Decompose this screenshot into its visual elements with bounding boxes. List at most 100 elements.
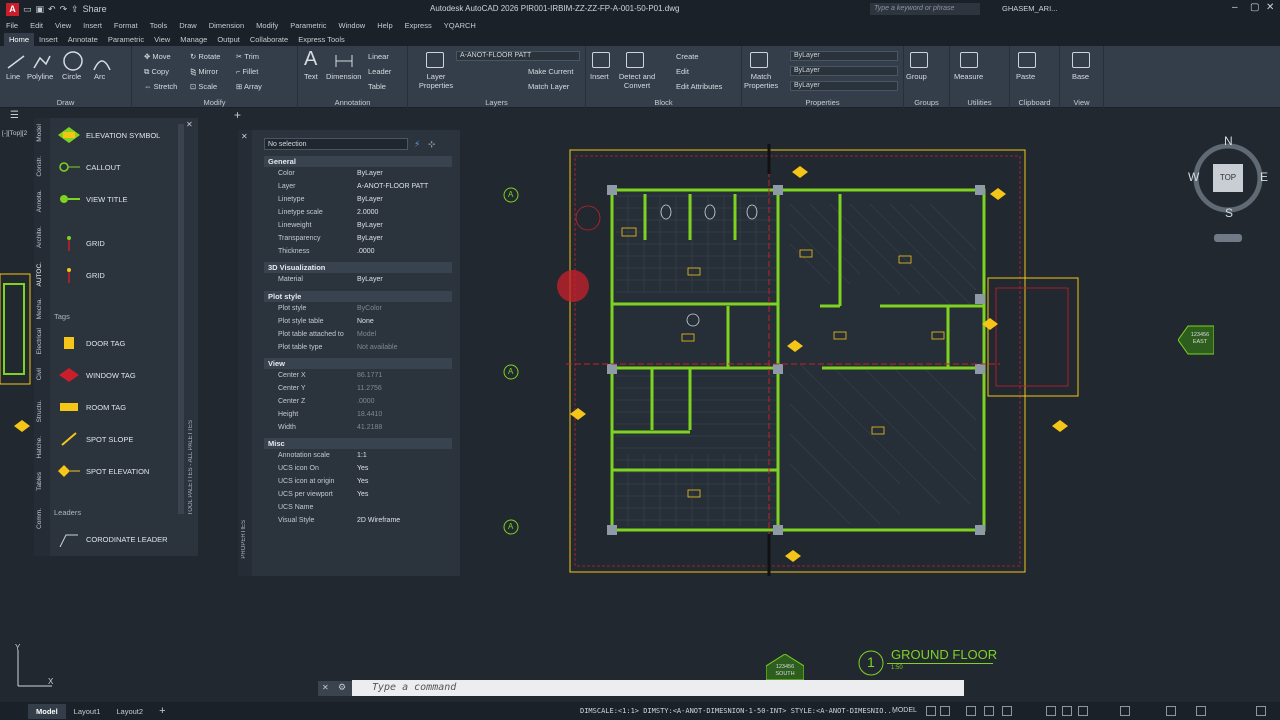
palette-item-callout[interactable]: CALLOUT	[58, 156, 121, 178]
prop-row-material[interactable]: Material ByLayer	[264, 274, 452, 287]
text-icon[interactable]: A	[304, 48, 317, 71]
palette-item-spot-elevation[interactable]: SPOT ELEVATION	[58, 460, 149, 482]
menu-dimension[interactable]: Dimension	[209, 21, 244, 30]
view-panel-label[interactable]: View	[1060, 98, 1103, 107]
make-current-button[interactable]: Make Current	[528, 67, 573, 76]
trim-button[interactable]: ✂ Trim	[236, 52, 259, 61]
wcs-menu[interactable]	[1214, 234, 1242, 242]
prop-row-linetype[interactable]: Linetype ByLayer	[264, 194, 452, 207]
polyline-button[interactable]: Polyline	[27, 72, 53, 81]
share-icon[interactable]: ⇪	[71, 4, 79, 15]
menu-yqarch[interactable]: YQARCH	[444, 21, 476, 30]
prop-row-height[interactable]: Height 18.4410	[264, 409, 452, 422]
palette-tab-tables[interactable]: Tables	[36, 472, 43, 491]
utilities-panel-label[interactable]: Utilities	[950, 98, 1009, 107]
polar-tracking-icon[interactable]	[984, 706, 994, 716]
palette-close-icon[interactable]: ✕	[186, 120, 193, 129]
menu-draw[interactable]: Draw	[179, 21, 197, 30]
new-tab-icon[interactable]: +	[234, 108, 241, 122]
dimension-icon[interactable]	[334, 52, 354, 70]
category-misc[interactable]: Misc	[264, 438, 452, 449]
user-name[interactable]: GHASEM_ARI...	[1002, 4, 1057, 13]
category-plot-style[interactable]: Plot style	[264, 291, 452, 302]
menu-express[interactable]: Express	[405, 21, 432, 30]
prop-row-center-y[interactable]: Center Y 11.2756	[264, 383, 452, 396]
mirror-button[interactable]: ⧎ Mirror	[190, 67, 218, 76]
quick-select-icon[interactable]: ⚡	[414, 139, 420, 150]
south-elevation-marker[interactable]: 123456 SOUTH	[765, 653, 805, 681]
insert-button[interactable]: Insert	[590, 72, 609, 81]
menu-help[interactable]: Help	[377, 21, 392, 30]
menu-view[interactable]: View	[55, 21, 71, 30]
prop-row-ucs-per-viewport[interactable]: UCS per viewport Yes	[264, 489, 452, 502]
detect-convert-button[interactable]: Detect and Convert	[616, 72, 658, 90]
transparency-icon[interactable]	[1078, 706, 1088, 716]
circle-icon[interactable]	[62, 50, 84, 72]
palette-tab-mecha[interactable]: Mecha.	[36, 298, 43, 319]
line-icon[interactable]	[6, 52, 26, 72]
prop-row-center-x[interactable]: Center X 86.1771	[264, 370, 452, 383]
detect-convert-icon[interactable]	[626, 52, 644, 68]
circle-button[interactable]: Circle	[62, 72, 81, 81]
search-input[interactable]: Type a keyword or phrase	[870, 3, 980, 15]
prop-row-width[interactable]: Width 41.2188	[264, 422, 452, 435]
stretch-button[interactable]: ⇔ Stretch	[144, 82, 177, 91]
tab-collaborate[interactable]: Collaborate	[245, 33, 293, 46]
category-general[interactable]: General	[264, 156, 452, 167]
line-button[interactable]: Line	[6, 72, 20, 81]
edit-attributes-button[interactable]: Edit Attributes	[676, 82, 722, 91]
prop-row-visual-style[interactable]: Visual Style 2D Wireframe	[264, 515, 452, 528]
menu-window[interactable]: Window	[339, 21, 366, 30]
palette-tab-structu[interactable]: Structu.	[36, 400, 43, 422]
palette-tab-civil[interactable]: Civil	[36, 368, 43, 380]
copy-button[interactable]: ⧉ Copy	[144, 67, 169, 77]
block-panel-label[interactable]: Block	[586, 98, 741, 107]
prop-row-ucs-icon-origin[interactable]: UCS icon at origin Yes	[264, 476, 452, 489]
autocad-logo[interactable]: A	[6, 2, 19, 16]
clean-screen-icon[interactable]	[1196, 706, 1206, 716]
minimize-icon[interactable]: –	[1232, 2, 1238, 13]
text-button[interactable]: Text	[304, 72, 318, 81]
ortho-icon[interactable]	[966, 706, 976, 716]
save-icon[interactable]: ▣	[36, 4, 45, 15]
model-space-toggle[interactable]: MODEL	[892, 707, 917, 714]
palette-item-view-title[interactable]: VIEW TITLE	[58, 188, 128, 210]
match-layer-button[interactable]: Match Layer	[528, 82, 569, 91]
prop-row-color[interactable]: Color ByLayer	[264, 168, 452, 181]
base-icon[interactable]	[1072, 52, 1090, 68]
fillet-button[interactable]: ⌐ Fillet	[236, 67, 258, 76]
command-close-icon[interactable]: ✕	[322, 683, 329, 692]
palette-item-door-tag[interactable]: DOOR TAG	[58, 332, 125, 354]
table-button[interactable]: Table	[368, 82, 386, 91]
polyline-icon[interactable]	[32, 52, 52, 72]
prop-row-ucs-name[interactable]: UCS Name	[264, 502, 452, 515]
prop-row-annotation-scale[interactable]: Annotation scale 1:1	[264, 450, 452, 463]
category-3d-visualization[interactable]: 3D Visualization	[264, 262, 452, 273]
prop-row-ucs-icon-on[interactable]: UCS icon On Yes	[264, 463, 452, 476]
menu-insert[interactable]: Insert	[83, 21, 102, 30]
layout-tab-layout2[interactable]: Layout2	[108, 704, 151, 719]
annotation-scale-icon[interactable]	[1120, 706, 1130, 716]
prop-row-thickness[interactable]: Thickness .0000	[264, 246, 452, 259]
annotation-panel-label[interactable]: Annotation	[298, 98, 407, 107]
insert-icon[interactable]	[592, 52, 610, 68]
linear-button[interactable]: Linear	[368, 52, 389, 61]
add-layout-icon[interactable]: +	[151, 702, 173, 720]
tab-annotate[interactable]: Annotate	[63, 33, 103, 46]
rotate-button[interactable]: ↻ Rotate	[190, 52, 220, 61]
maximize-icon[interactable]: ▢	[1250, 2, 1259, 13]
palette-tab-constr[interactable]: Constr.	[36, 156, 43, 177]
prop-row-plot-style[interactable]: Plot style ByColor	[264, 303, 452, 316]
prop-row-transparency[interactable]: Transparency ByLayer	[264, 233, 452, 246]
paste-icon[interactable]	[1018, 52, 1036, 68]
layer-properties-icon[interactable]	[426, 52, 444, 68]
category-view[interactable]: View	[264, 358, 452, 369]
tab-manage[interactable]: Manage	[175, 33, 212, 46]
palette-item-spot-slope[interactable]: SPOT SLOPE	[58, 428, 133, 450]
compass-east[interactable]: E	[1260, 170, 1268, 184]
tab-parametric[interactable]: Parametric	[103, 33, 149, 46]
lineweight-icon[interactable]	[1062, 706, 1072, 716]
palette-tab-model[interactable]: Model	[36, 124, 43, 142]
palette-scrollbar[interactable]	[178, 124, 184, 514]
palette-tab-comm[interactable]: Comm.	[36, 508, 43, 529]
